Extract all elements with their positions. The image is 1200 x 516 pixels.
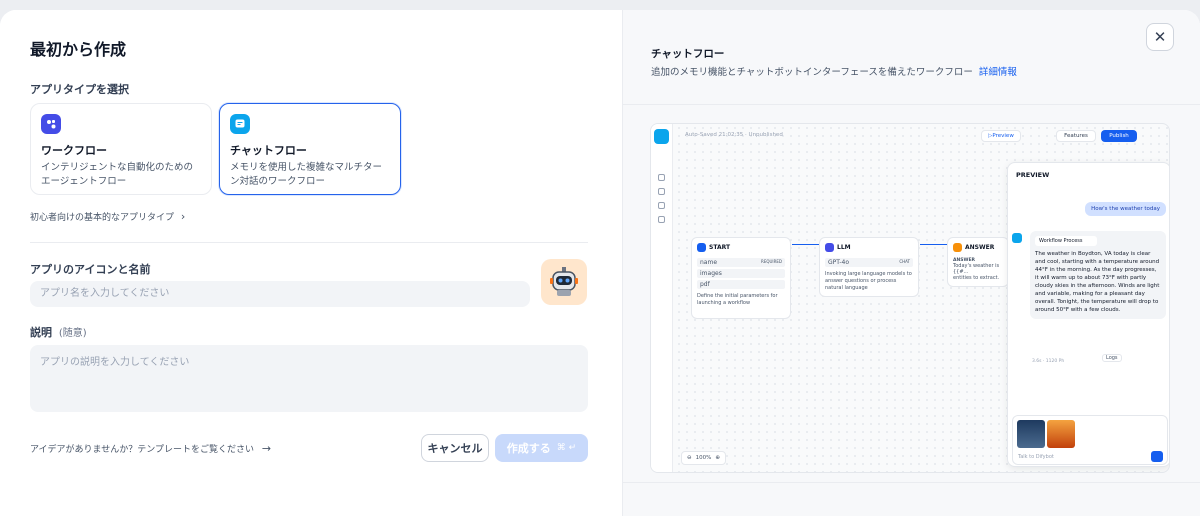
answer-text2: entities to extract. [953, 275, 1000, 281]
edge [920, 244, 947, 245]
bot-reply-text: The weather in Boydton, VA today is clea… [1035, 251, 1160, 313]
beginner-link-label: 初心者向けの基本的なアプリタイプ [30, 213, 175, 223]
preview-desc-text: 追加のメモリ機能とチャットボットインターフェースを備えたワークフロー [651, 67, 973, 78]
model-name: GPT-4o [828, 259, 850, 266]
left-panel: 最初から作成 アプリタイプを選択 ワークフロー インテリジェントな自動化のための… [0, 10, 622, 516]
var-images: images [697, 269, 785, 278]
chevron-right-icon: › [180, 210, 186, 223]
mode-tag: CHAT [899, 259, 910, 264]
message-meta: 3.6s · 1120 Ph [1032, 359, 1065, 364]
card-title: ワークフロー [41, 144, 107, 157]
app-name-input[interactable]: アプリ名を入力してください [30, 281, 530, 307]
app-icon-avatar[interactable] [541, 259, 587, 305]
chatflow-preview-image: Auto-Saved 21:02:35 · Unpublished ▷ Prev… [650, 123, 1170, 473]
optional-tag: (随意) [58, 328, 87, 339]
send-icon [1151, 451, 1163, 462]
answer-title: ANSWER [965, 244, 995, 251]
llm-desc: Invoking large language models to answer… [825, 271, 912, 291]
card-workflow[interactable]: ワークフロー インテリジェントな自動化のためのエージェントフロー [30, 103, 212, 195]
app-icon [654, 129, 669, 144]
learn-more-link[interactable]: 詳細情報 [979, 67, 1017, 78]
beginner-app-types-link[interactable]: 初心者向けの基本的なアプリタイプ › [30, 210, 185, 223]
zoom-level: 100% [695, 455, 712, 461]
create-button[interactable]: 作成する ⌘ ↵ [495, 434, 588, 462]
user-message: How's the weather today [1085, 202, 1166, 216]
var-pdf: pdf [697, 280, 785, 289]
chat-preview-panel: PREVIEW How's the weather today Workflow… [1007, 162, 1169, 467]
preview-description: 追加のメモリ機能とチャットボットインターフェースを備えたワークフロー 詳細情報 [651, 64, 1017, 78]
preview-run-button: ▷ Preview [981, 130, 1021, 142]
create-label: 作成する [506, 442, 551, 455]
llm-icon [825, 243, 834, 252]
card-desc: メモリを使用した複雑なマルチターン対話のワークフロー [230, 162, 383, 187]
publish-label: Publish [1109, 133, 1129, 139]
divider [623, 482, 1200, 483]
preview-label: Preview [992, 133, 1014, 139]
chatflow-icon [230, 114, 250, 134]
start-node: START name REQUIRED images pdf Define the… [691, 237, 791, 319]
create-app-modal: 最初から作成 アプリタイプを選択 ワークフロー インテリジェントな自動化のための… [0, 10, 1200, 516]
side-icons [655, 174, 669, 230]
chat-input-placeholder: Talk to Difybot [1018, 454, 1054, 460]
image-thumb [1017, 420, 1045, 448]
features-label: Features [1064, 133, 1088, 139]
answer-text: Today's weather is {{#... [953, 263, 1000, 275]
publish-button: Publish [1101, 130, 1137, 142]
app-description-textarea[interactable]: アプリの説明を入力してください [30, 345, 588, 412]
name-label: アプリのアイコンと名前 [30, 263, 151, 276]
close-button[interactable]: ✕ [1146, 23, 1174, 51]
image-thumb [1047, 420, 1075, 448]
description-label-text: 説明 [30, 326, 52, 339]
logs-button: Logs [1102, 354, 1122, 362]
robot-icon [550, 267, 578, 296]
card-desc: インテリジェントな自動化のためのエージェントフロー [41, 162, 194, 187]
divider [623, 104, 1200, 105]
close-icon: ✕ [1153, 28, 1167, 46]
autosave-status: Auto-Saved 21:02:35 · Unpublished [685, 132, 783, 138]
bot-avatar [1012, 233, 1022, 243]
app-type-label: アプリタイプを選択 [30, 83, 129, 96]
start-title: START [709, 244, 731, 251]
description-label: 説明 (随意) [30, 324, 87, 340]
zoom-out-icon: ⊖ [687, 455, 692, 461]
llm-node: LLM GPT-4o CHAT Invoking large language m… [819, 237, 919, 297]
left-toolbar [651, 124, 673, 472]
answer-node: ANSWER ANSWER Today's weather is {{#... … [947, 237, 1009, 287]
card-title: チャットフロー [230, 144, 307, 157]
divider [30, 242, 588, 243]
arrow-right-icon: → [261, 442, 272, 455]
features-button: Features [1056, 130, 1096, 142]
page-title: 最初から作成 [30, 40, 127, 59]
template-link-label: アイデアがありませんか？テンプレートをご覧ください [30, 445, 255, 455]
start-icon [697, 243, 706, 252]
preview-title: チャットフロー [651, 48, 725, 60]
var-name: name [700, 259, 718, 266]
start-desc: Define the initial parameters for launch… [697, 293, 778, 306]
card-chatflow[interactable]: チャットフロー メモリを使用した複雑なマルチターン対話のワークフロー [219, 103, 401, 195]
template-link[interactable]: アイデアがありませんか？テンプレートをご覧ください → [30, 442, 271, 455]
zoom-in-icon: ⊕ [715, 455, 720, 461]
workflow-icon [41, 114, 61, 134]
chat-title: PREVIEW [1016, 171, 1050, 179]
cancel-button[interactable]: キャンセル [421, 434, 489, 462]
required-tag: REQUIRED [761, 259, 782, 264]
zoom-toolbar: ⊖ 100% ⊕ [681, 451, 726, 465]
chat-input: Talk to Difybot [1012, 415, 1168, 465]
workflow-process-tag: Workflow Process [1035, 236, 1097, 246]
edge [792, 244, 819, 245]
llm-title: LLM [837, 244, 851, 251]
answer-icon [953, 243, 962, 252]
bot-message: Workflow Process The weather in Boydton,… [1030, 231, 1166, 319]
shortcut-badge: ⌘ ↵ [556, 443, 577, 453]
